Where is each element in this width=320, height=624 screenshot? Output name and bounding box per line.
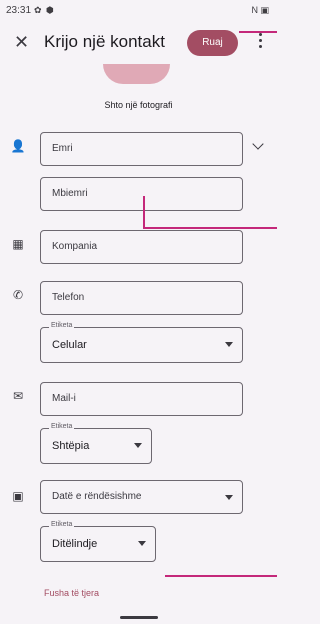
phone-label-caption: Etiketa — [49, 322, 75, 329]
annotation-line — [143, 227, 277, 229]
more-fields-link[interactable]: Fusha të tjera — [44, 588, 99, 598]
company-placeholder: Kompania — [52, 241, 98, 252]
shield-icon: ⬢ — [46, 5, 54, 15]
status-time: 23:31 — [6, 5, 32, 16]
phone-placeholder: Telefon — [52, 292, 85, 303]
phone-field[interactable]: Telefon — [40, 281, 243, 315]
status-icons: N ▣ — [251, 5, 269, 15]
home-indicator — [120, 616, 158, 619]
save-button[interactable]: Ruaj — [187, 30, 238, 56]
annotation-line — [239, 31, 277, 33]
app-bar: ✕ Krijo një kontakt Ruaj — [0, 22, 277, 66]
person-icon: 👤 — [10, 139, 26, 153]
annotation-line — [143, 196, 145, 228]
chevron-down-icon[interactable] — [252, 138, 264, 150]
date-label-select[interactable]: Etiketa Ditëlindje — [40, 521, 156, 562]
email-label-value: Shtëpia — [52, 440, 90, 452]
first-name-placeholder: Emri — [52, 143, 73, 154]
email-placeholder: Mail-i — [52, 393, 76, 404]
email-label-caption: Etiketa — [49, 423, 75, 430]
last-name-placeholder: Mbiemri — [52, 188, 88, 199]
date-label-value: Ditëlindje — [52, 538, 98, 550]
dropdown-arrow-icon — [225, 342, 233, 347]
email-label-select[interactable]: Etiketa Shtëpia — [40, 423, 152, 464]
add-photo-link[interactable]: Shto një fotografi — [0, 100, 277, 110]
annotation-line — [165, 575, 277, 577]
email-field[interactable]: Mail-i — [40, 382, 243, 416]
date-placeholder: Datë e rëndësishme — [52, 491, 142, 502]
more-vert-icon[interactable] — [254, 30, 266, 54]
date-label-caption: Etiketa — [49, 521, 75, 528]
status-bar: 23:31 ✿ ⬢ N ▣ — [0, 0, 277, 22]
calendar-icon: ▣ — [12, 489, 24, 503]
last-name-field[interactable]: Mbiemri — [40, 177, 243, 211]
phone-label-select[interactable]: Etiketa Celular — [40, 322, 243, 363]
dropdown-arrow-icon — [134, 443, 142, 448]
photo-placeholder[interactable] — [103, 64, 170, 84]
mail-icon: ✉ — [12, 389, 24, 403]
settings-icon: ✿ — [34, 5, 42, 15]
company-field[interactable]: Kompania — [40, 230, 243, 264]
phone-label-value: Celular — [52, 339, 87, 351]
first-name-field[interactable]: Emri — [40, 132, 243, 166]
dropdown-arrow-icon — [138, 541, 146, 546]
date-field[interactable]: Datë e rëndësishme — [40, 480, 243, 514]
phone-icon: ✆ — [12, 288, 24, 302]
close-icon[interactable]: ✕ — [14, 32, 29, 53]
business-icon: ▦ — [12, 237, 24, 251]
dropdown-arrow-icon — [225, 495, 233, 500]
page-title: Krijo një kontakt — [44, 32, 165, 51]
